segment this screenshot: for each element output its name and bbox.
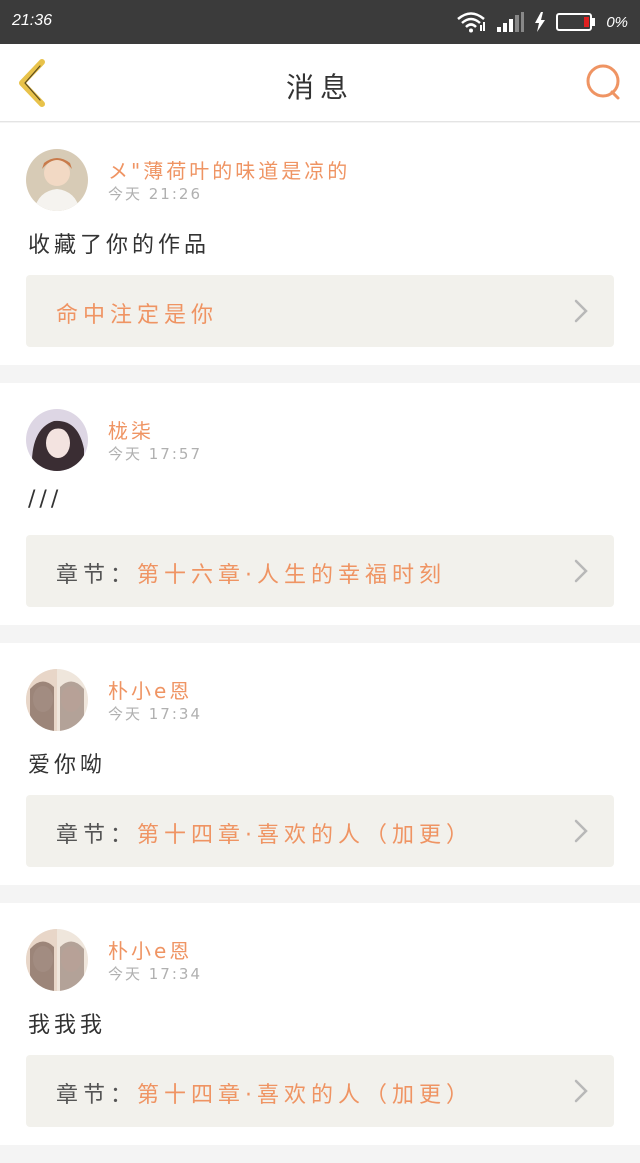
message-card: 朴小e恩 今天 17:34 爱你呦 章节：第十四章·喜欢的人（加更） — [0, 643, 640, 885]
chapter-reference-link[interactable]: 章节：第十四章·喜欢的人（加更） — [26, 795, 614, 867]
reference-prefix: 章节： — [56, 563, 138, 588]
username[interactable]: 朴小e恩 — [108, 675, 192, 704]
username[interactable]: 朴小e恩 — [108, 935, 192, 964]
reference-text: 章节：第十四章·喜欢的人（加更） — [56, 1077, 473, 1109]
status-time: 21:36 — [12, 12, 53, 29]
reference-title: 第十六章·人生的幸福时刻 — [137, 563, 447, 588]
timestamp: 今天 17:34 — [108, 705, 202, 723]
reference-text: 章节：第十六章·人生的幸福时刻 — [56, 557, 446, 589]
timestamp: 今天 17:57 — [108, 445, 202, 463]
avatar[interactable] — [26, 929, 88, 991]
reference-text: 章节：第十四章·喜欢的人（加更） — [56, 817, 473, 849]
search-button[interactable] — [584, 62, 624, 102]
reference-prefix: 章节： — [56, 1083, 138, 1108]
message-text: 爱你呦 — [28, 753, 107, 778]
header: 消息 — [0, 44, 640, 122]
chevron-right-icon — [574, 1079, 588, 1103]
reference-title: 第十四章·喜欢的人（加更） — [137, 823, 474, 848]
message-card: 栊柒 今天 17:57 /// 章节：第十六章·人生的幸福时刻 — [0, 383, 640, 625]
chapter-reference-link[interactable]: 章节：第十六章·人生的幸福时刻 — [26, 535, 614, 607]
username[interactable]: 栊柒 — [108, 415, 154, 444]
chevron-right-icon — [574, 819, 588, 843]
page-title: 消息 — [285, 71, 354, 104]
message-text: 我我我 — [28, 1013, 107, 1038]
status-icons: 0% — [456, 10, 628, 34]
work-reference-link[interactable]: 命中注定是你 — [26, 275, 614, 347]
message-list: メ"薄荷叶的味道是凉的 今天 21:26 收藏了你的作品 命中注定是你 栊柒 今… — [0, 123, 640, 1163]
message-text: /// — [28, 487, 63, 512]
avatar[interactable] — [26, 669, 88, 731]
timestamp: 今天 21:26 — [108, 185, 202, 203]
chevron-right-icon — [574, 559, 588, 583]
reference-title: 命中注定是你 — [56, 303, 219, 328]
timestamp: 今天 17:34 — [108, 965, 202, 983]
chapter-reference-link[interactable]: 章节：第十四章·喜欢的人（加更） — [26, 1055, 614, 1127]
message-card: メ"薄荷叶的味道是凉的 今天 21:26 收藏了你的作品 命中注定是你 — [0, 123, 640, 365]
signal-icon — [497, 12, 525, 32]
reference-title: 第十四章·喜欢的人（加更） — [137, 1083, 474, 1108]
reference-prefix: 章节： — [56, 823, 138, 848]
battery-icon — [556, 13, 596, 31]
battery-percent: 0% — [606, 13, 628, 31]
status-bar: 21:36 0% — [0, 0, 640, 44]
message-text: 收藏了你的作品 — [28, 233, 211, 258]
wifi-icon — [457, 12, 486, 33]
username[interactable]: メ"薄荷叶的味道是凉的 — [108, 155, 350, 184]
avatar[interactable] — [26, 409, 88, 471]
charging-bolt-icon — [535, 12, 546, 32]
reference-text: 命中注定是你 — [56, 297, 218, 329]
chevron-right-icon — [574, 299, 588, 323]
message-card: 朴小e恩 今天 17:34 我我我 章节：第十四章·喜欢的人（加更） — [0, 903, 640, 1145]
avatar[interactable] — [26, 149, 88, 211]
